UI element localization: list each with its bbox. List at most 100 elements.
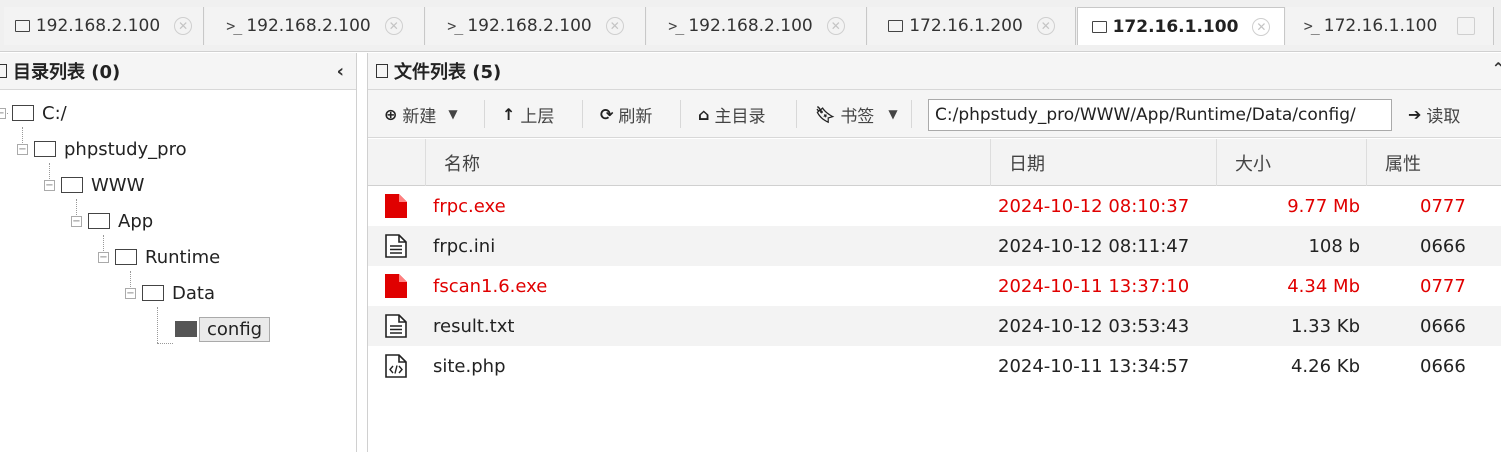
tree-node-label: Data (172, 282, 215, 304)
expand-toggle-icon[interactable]: − (17, 143, 28, 155)
tab-label: 192.168.2.100 (246, 16, 371, 36)
collapse-panel-button[interactable]: ‹ (337, 61, 344, 82)
read-label: 读取 (1426, 106, 1461, 127)
refresh-icon: ⟳ (600, 104, 614, 124)
tree-node-www[interactable]: − WWW (44, 170, 144, 200)
expand-toggle-icon[interactable]: − (98, 251, 109, 263)
tab-terminal-192-168-2-100-a[interactable]: >_ 192.168.2.100 ✕ (205, 7, 425, 45)
tree-node-app[interactable]: − App (71, 206, 153, 236)
exe-file-icon (385, 194, 407, 218)
chevron-up-icon[interactable]: ⌃ (1492, 59, 1501, 78)
column-header-size[interactable]: 大小 (1217, 139, 1367, 186)
terminal-icon: >_ (1303, 17, 1320, 35)
file-toolbar: ⊕ 新建 ▼ ↑ 上层 ⟳ 刷新 ⌂ 主目录 🔖︎ 书签 ▼ ➔ 读取 (368, 90, 1501, 138)
file-row[interactable]: result.txt 2024-10-12 03:53:43 1.33 Kb 0666 (368, 306, 1501, 346)
close-icon[interactable]: ✕ (605, 17, 624, 35)
file-attr: 0777 (1420, 275, 1466, 297)
file-row[interactable]: site.php 2024-10-11 13:34:57 4.26 Kb 0666 (368, 346, 1501, 386)
file-grid: 名称 日期 大小 属性 frpc.exe 2024-10-12 08:10:37 9… (368, 139, 1501, 386)
grid-header-icon-col (368, 139, 426, 186)
bookmark-icon: 🔖︎ (815, 104, 836, 124)
folder-open-icon (175, 321, 197, 337)
tree-node-label: config (199, 316, 271, 342)
bookmark-label: 书签 (840, 106, 875, 127)
tree-node-config[interactable]: config (175, 314, 271, 344)
file-name[interactable]: site.php (433, 346, 506, 386)
read-button[interactable]: ➔ 读取 (1408, 90, 1460, 138)
arrow-up-icon: ↑ (502, 104, 516, 124)
file-date: 2024-10-12 08:10:37 (998, 195, 1190, 217)
directory-panel-header: 目录列表 (0) ‹ (0, 53, 356, 90)
file-size: 9.77 Mb (1287, 195, 1360, 217)
column-header-date[interactable]: 日期 (991, 139, 1217, 186)
plus-circle-icon: ⊕ (384, 104, 398, 124)
expand-toggle-icon[interactable]: − (71, 215, 82, 227)
tab-label: 172.16.1.100 (1323, 16, 1438, 36)
folder-icon (142, 285, 164, 301)
directory-panel: 目录列表 (0) ‹ − C:/ − phpstudy_pro − WWW − … (0, 53, 357, 452)
folder-icon (115, 249, 137, 265)
bookmark-button[interactable]: 🔖︎ 书签 ▼ (815, 90, 898, 138)
file-name[interactable]: frpc.ini (433, 226, 495, 266)
tab-file-192-168-2-100[interactable]: 192.168.2.100 ✕ (4, 7, 204, 45)
tree-node-label: phpstudy_pro (64, 138, 187, 160)
tab-terminal-192-168-2-100-b[interactable]: >_ 192.168.2.100 ✕ (426, 7, 646, 45)
file-row[interactable]: frpc.exe 2024-10-12 08:10:37 9.77 Mb 0777 (368, 186, 1501, 226)
file-date: 2024-10-12 03:53:43 (998, 315, 1190, 337)
file-name[interactable]: result.txt (433, 306, 514, 346)
file-attr: 0666 (1420, 235, 1466, 257)
tab-file-172-16-1-200[interactable]: 172.16.1.200 ✕ (868, 7, 1076, 45)
file-row[interactable]: fscan1.6.exe 2024-10-11 13:37:10 4.34 Mb 07… (368, 266, 1501, 306)
tab-terminal-192-168-2-100-c[interactable]: >_ 192.168.2.100 ✕ (647, 7, 867, 45)
new-button-label: 新建 (402, 106, 437, 127)
tree-node-label: Runtime (145, 246, 221, 268)
tree-node-phpstudy-pro[interactable]: − phpstudy_pro (17, 134, 187, 164)
tab-file-172-16-1-100[interactable]: 172.16.1.100 ✕ (1077, 7, 1285, 45)
column-header-attr[interactable]: 属性 (1367, 139, 1501, 186)
file-attr: 0666 (1420, 315, 1466, 337)
grid-header-row: 名称 日期 大小 属性 (368, 139, 1501, 186)
close-icon[interactable]: ✕ (174, 17, 193, 35)
directory-panel-title: 目录列表 (0) (13, 62, 121, 83)
new-button[interactable]: ⊕ 新建 ▼ (384, 90, 458, 138)
exe-file-icon (385, 274, 407, 298)
file-name[interactable]: frpc.exe (433, 186, 506, 226)
tab-terminal-172-16-1-100[interactable]: >_ 172.16.1.100 (1286, 7, 1494, 45)
expand-toggle-icon[interactable]: − (44, 179, 55, 191)
tab-label: 192.168.2.100 (35, 16, 161, 36)
tab-label: 192.168.2.100 (467, 16, 592, 36)
close-icon[interactable] (1457, 17, 1476, 35)
file-name[interactable]: fscan1.6.exe (433, 266, 547, 306)
close-icon[interactable]: ✕ (1036, 17, 1055, 35)
arrow-right-icon: ➔ (1408, 104, 1422, 124)
tree-node-data[interactable]: − Data (125, 278, 215, 308)
file-list-panel: 文件列表 (5) ⌃ ⊕ 新建 ▼ ↑ 上层 ⟳ 刷新 ⌂ 主目录 🔖︎ 书签 … (367, 53, 1501, 452)
caret-down-icon: ▼ (888, 107, 898, 121)
file-date: 2024-10-11 13:37:10 (998, 275, 1190, 297)
expand-toggle-icon[interactable]: − (125, 287, 136, 299)
close-icon[interactable]: ✕ (826, 17, 845, 35)
home-dir-label: 主目录 (714, 106, 766, 127)
text-file-icon (385, 234, 407, 258)
expand-toggle-icon[interactable]: − (0, 107, 6, 119)
tab-label: 172.16.1.200 (909, 16, 1023, 36)
file-rows: frpc.exe 2024-10-12 08:10:37 9.77 Mb 0777 fr… (368, 186, 1501, 386)
file-list-panel-header: 文件列表 (5) ⌃ (368, 53, 1501, 90)
file-size: 4.26 Kb (1290, 355, 1360, 377)
code-file-icon (385, 354, 407, 378)
path-input[interactable] (928, 99, 1392, 131)
close-icon[interactable]: ✕ (1252, 17, 1271, 36)
refresh-label: 刷新 (618, 106, 653, 127)
column-header-name[interactable]: 名称 (426, 139, 991, 186)
file-attr: 0777 (1420, 195, 1466, 217)
up-level-button[interactable]: ↑ 上层 (502, 90, 554, 138)
file-row[interactable]: frpc.ini 2024-10-12 08:11:47 108 b 0666 (368, 226, 1501, 266)
refresh-button[interactable]: ⟳ 刷新 (600, 90, 652, 138)
up-level-label: 上层 (520, 106, 555, 127)
folder-icon (0, 64, 7, 78)
caret-down-icon: ▼ (448, 107, 458, 121)
tree-node-runtime[interactable]: − Runtime (98, 242, 220, 272)
tree-node-c-drive[interactable]: − C:/ (0, 98, 67, 128)
home-dir-button[interactable]: ⌂ 主目录 (698, 90, 765, 138)
close-icon[interactable]: ✕ (384, 17, 403, 35)
